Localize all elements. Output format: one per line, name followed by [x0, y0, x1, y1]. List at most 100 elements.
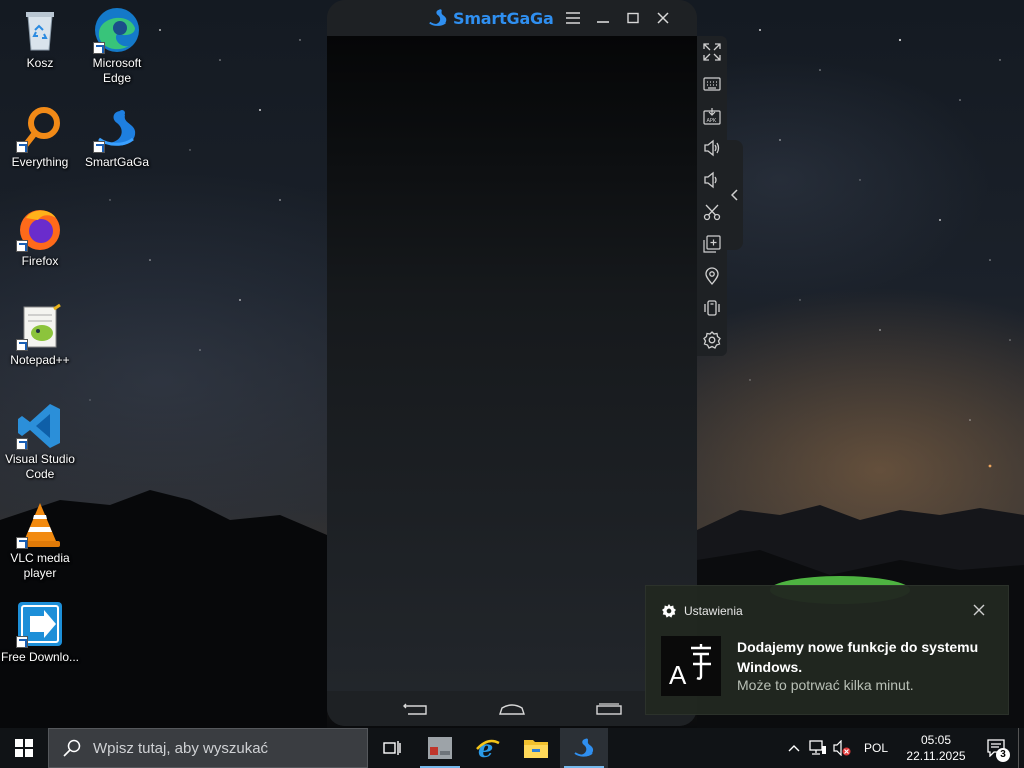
desktop-icon-label: VLC media player [10, 551, 70, 580]
volume-down-icon[interactable] [701, 169, 723, 191]
location-icon[interactable] [701, 265, 723, 287]
smartgaga-icon [574, 738, 594, 757]
internet-explorer-icon: e [476, 735, 500, 761]
desktop-icon-label: Kosz [26, 56, 54, 70]
volume-up-icon[interactable] [701, 137, 723, 159]
volume-muted-icon[interactable] [830, 728, 854, 768]
taskbar-search-box[interactable]: Wpisz tutaj, aby wyszukać [48, 728, 368, 768]
task-view-button[interactable] [368, 728, 416, 768]
clock-date: 22.11.2025 [906, 749, 966, 763]
edge-icon [93, 6, 141, 54]
shortcut-arrow-icon [16, 240, 28, 252]
desktop-icon-everything[interactable]: Everything [0, 105, 80, 170]
desktop-icon-vlc-media-player[interactable]: VLC media player [0, 501, 80, 581]
task-view-icon [383, 741, 401, 755]
app-window-icon [428, 737, 452, 759]
action-center-button[interactable]: 3 [974, 728, 1018, 768]
gear-icon [662, 604, 676, 618]
smartgaga-window[interactable]: SmartGaGa [327, 0, 697, 726]
recycle-bin-icon [16, 6, 64, 54]
clock-time: 05:05 [920, 733, 951, 747]
notepad-plus-plus-icon [16, 303, 64, 351]
shortcut-arrow-icon [16, 339, 28, 351]
toast-body: Może to potrwać kilka minut. [737, 677, 914, 693]
taskbar-smartgaga[interactable] [560, 728, 608, 768]
chevron-left-icon [731, 189, 738, 201]
android-navbar [327, 691, 697, 726]
desktop-icon-kosz[interactable]: Kosz [0, 6, 80, 71]
system-tray: POL 05:05 22.11.2025 3 [782, 728, 1024, 768]
firefox-icon [16, 204, 64, 252]
desktop-icon-firefox[interactable]: Firefox [0, 204, 80, 269]
shake-icon[interactable] [701, 297, 723, 319]
svg-text:APK: APK [707, 118, 717, 124]
home-icon[interactable] [497, 699, 527, 719]
start-button[interactable] [0, 728, 48, 768]
vscode-icon [16, 402, 64, 450]
chevron-up-icon[interactable] [782, 728, 806, 768]
notification-count-badge: 3 [996, 748, 1010, 762]
emulator-logo: SmartGaGa [427, 7, 554, 29]
desktop-icon-smartgaga[interactable]: SmartGaGa [77, 105, 157, 170]
taskbar-app-window[interactable] [416, 728, 464, 768]
everything-search-icon [16, 105, 64, 153]
taskbar-file-explorer[interactable] [512, 728, 560, 768]
desktop-icon-label: Firefox [21, 254, 59, 268]
settings-icon[interactable] [701, 329, 723, 351]
toast-app-name: Ustawienia [684, 604, 743, 618]
free-download-manager-icon [16, 600, 64, 648]
toast-title: Dodajemy nowe funkcje do systemu Windows… [737, 639, 979, 675]
shortcut-arrow-icon [93, 141, 105, 153]
language-feature-icon: A [661, 636, 721, 696]
keyboard-icon[interactable] [701, 73, 723, 95]
desktop-icon-label: Free Downlo... [0, 650, 80, 664]
multi-instance-icon[interactable] [701, 233, 723, 255]
close-icon[interactable] [654, 9, 672, 27]
recents-icon[interactable] [594, 699, 624, 719]
close-icon[interactable] [972, 603, 986, 617]
taskbar: Wpisz tutaj, aby wyszukać e POL 05:05 22… [0, 728, 1024, 768]
menu-icon[interactable] [564, 9, 582, 27]
install-apk-icon[interactable]: APK [701, 105, 723, 127]
desktop-icon-label: Microsoft Edge [92, 56, 142, 85]
svg-text:e: e [478, 735, 493, 761]
notification-toast[interactable]: Ustawienia A Dodajemy nowe funkcje do sy… [645, 585, 1009, 715]
search-icon [63, 739, 81, 757]
vlc-icon [16, 501, 64, 549]
desktop-icon-label: Everything [11, 155, 69, 169]
file-explorer-icon [524, 740, 548, 758]
screenshot-scissors-icon[interactable] [701, 201, 723, 223]
minimize-icon[interactable] [594, 9, 612, 27]
emulator-titlebar[interactable]: SmartGaGa [327, 0, 697, 36]
smartgaga-icon [93, 105, 141, 153]
taskbar-internet-explorer[interactable]: e [464, 728, 512, 768]
language-indicator[interactable]: POL [854, 728, 898, 768]
shortcut-arrow-icon [16, 537, 28, 549]
desktop-icon-free-download-manager[interactable]: Free Downlo... [0, 600, 80, 665]
toast-header: Ustawienia [662, 604, 743, 618]
collapse-toolbar-button[interactable] [727, 140, 743, 250]
desktop-icon-notepad-plus-plus[interactable]: Notepad++ [0, 303, 80, 368]
shortcut-arrow-icon [16, 636, 28, 648]
network-icon[interactable] [806, 728, 830, 768]
emulator-title: SmartGaGa [453, 8, 554, 28]
desktop-icon-label: Visual Studio Code [5, 452, 75, 481]
shortcut-arrow-icon [16, 438, 28, 450]
show-desktop-button[interactable] [1018, 728, 1024, 768]
shortcut-arrow-icon [16, 141, 28, 153]
windows-logo-icon [15, 739, 33, 757]
shortcut-arrow-icon [93, 42, 105, 54]
svg-text:A: A [669, 660, 687, 690]
emulator-screen[interactable] [327, 36, 697, 691]
search-placeholder: Wpisz tutaj, aby wyszukać [93, 739, 269, 757]
desktop-icon-microsoft-edge[interactable]: Microsoft Edge [77, 6, 157, 86]
maximize-icon[interactable] [624, 9, 642, 27]
clock[interactable]: 05:05 22.11.2025 [898, 728, 974, 768]
back-icon[interactable] [400, 699, 430, 719]
desktop-icon-visual-studio-code[interactable]: Visual Studio Code [0, 402, 80, 482]
emulator-side-toolbar: APK [697, 36, 727, 356]
desktop-icon-label: Notepad++ [10, 353, 70, 367]
desktop-icon-label: SmartGaGa [84, 155, 150, 169]
fullscreen-icon[interactable] [701, 41, 723, 63]
smartgaga-icon [429, 9, 447, 26]
